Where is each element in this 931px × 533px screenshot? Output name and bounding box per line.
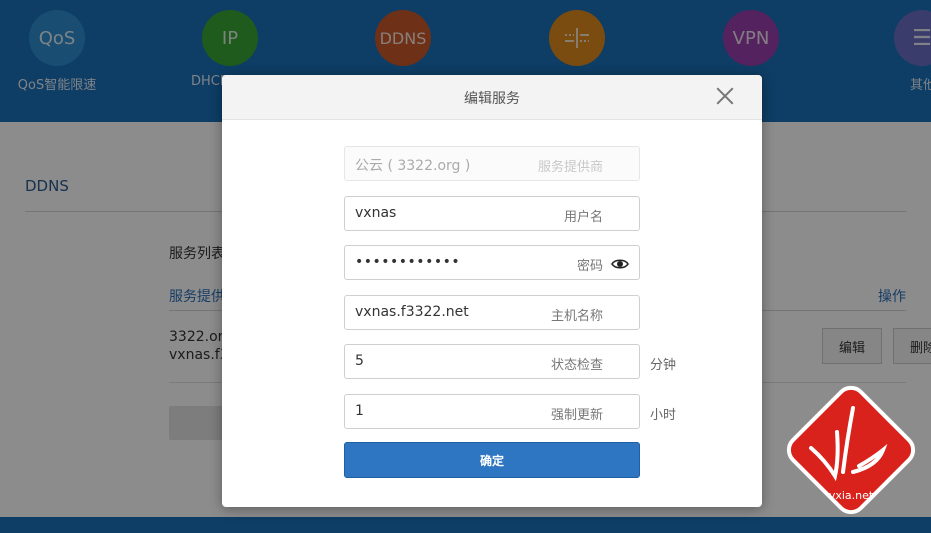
force-update-input[interactable]: 1 强制更新 [344,394,640,429]
hostname-label: 主机名称 [550,309,603,324]
force-update-label: 强制更新 [550,408,603,423]
password-label: 密码 [576,259,603,274]
hostname-value: vxnas.f3322.net [355,304,469,320]
check-interval-input[interactable]: 5 状态检查 [344,344,640,379]
vxia-logo: vxia.net [781,380,921,520]
force-update-value: 1 [355,403,364,419]
username-label: 用户名 [563,210,603,225]
confirm-button[interactable]: 确定 [344,442,640,478]
password-input[interactable]: •••••••••••• 密码 [344,245,640,280]
dialog-title: 编辑服务 [464,91,520,107]
username-input[interactable]: vxnas 用户名 [344,196,640,231]
hostname-input[interactable]: vxnas.f3322.net 主机名称 [344,295,640,330]
password-value: •••••••••••• [355,254,461,270]
watermark-text: vxia.net [829,489,874,502]
check-interval-value: 5 [355,353,364,369]
check-interval-label: 状态检查 [550,358,603,373]
edit-service-dialog: 编辑服务 公云 ( 3322.org ) 服务提供商 vxnas 用户名 •••… [222,75,762,507]
close-icon[interactable] [714,85,736,107]
provider-label: 服务提供商 [537,160,603,175]
provider-field: 公云 ( 3322.org ) 服务提供商 [344,146,640,181]
force-update-unit: 小时 [650,408,677,423]
provider-value: 公云 ( 3322.org ) [355,158,471,174]
dialog-header: 编辑服务 [222,75,762,120]
username-value: vxnas [355,205,397,221]
check-interval-unit: 分钟 [650,358,677,373]
eye-icon[interactable] [611,255,629,273]
